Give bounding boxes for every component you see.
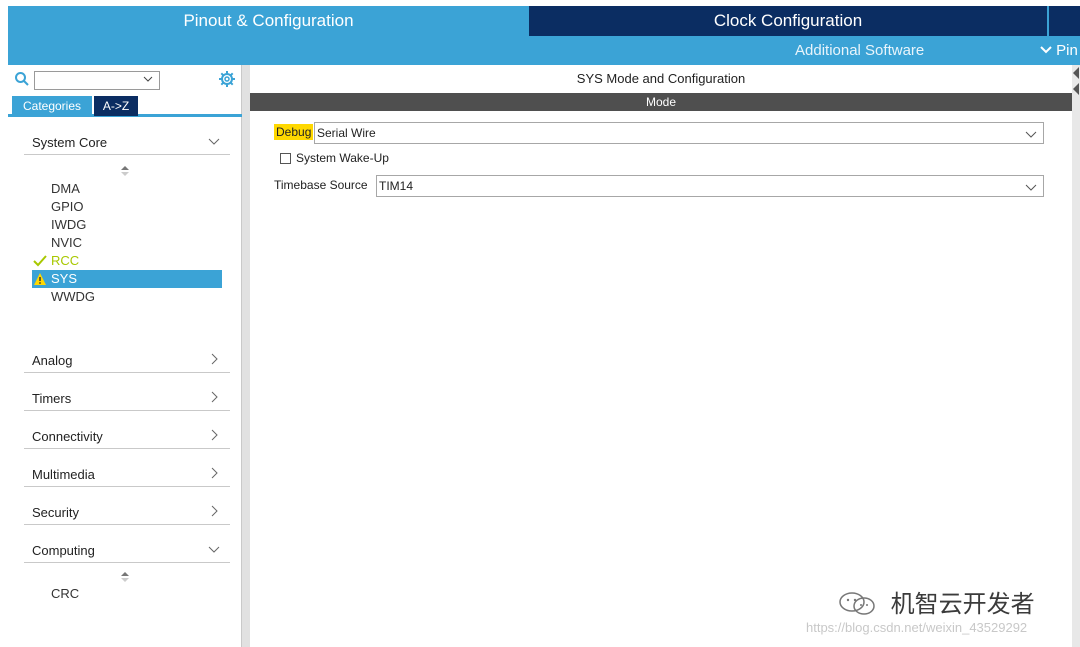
group-label: Analog xyxy=(32,353,73,368)
tab-clock-configuration[interactable]: Clock Configuration xyxy=(529,6,1047,36)
search-icon xyxy=(15,72,29,86)
group-label: Multimedia xyxy=(32,467,95,482)
debug-select-value: Serial Wire xyxy=(317,126,376,140)
group-security[interactable]: Security xyxy=(24,495,230,525)
scroll-arrow-icon[interactable] xyxy=(1072,65,1080,99)
timebase-row: Timebase Source TIM14 xyxy=(274,175,1044,197)
list-item-iwdg[interactable]: IWDG xyxy=(32,216,222,234)
chevron-right-icon xyxy=(211,505,218,517)
group-analog[interactable]: Analog xyxy=(24,343,230,373)
group-multimedia[interactable]: Multimedia xyxy=(24,457,230,487)
list-item-dma[interactable]: DMA xyxy=(32,180,222,198)
debug-select[interactable]: Serial Wire xyxy=(314,122,1044,144)
right-scrollbar[interactable] xyxy=(1072,65,1080,647)
group-label: Connectivity xyxy=(32,429,103,444)
pinout-menu-button[interactable]: Pin xyxy=(1040,42,1078,59)
computing-list: CRC xyxy=(32,585,222,603)
wakeup-checkbox[interactable] xyxy=(280,153,291,164)
main-panel: SYS Mode and Configuration Mode Debug Se… xyxy=(250,65,1072,647)
watermark: 机智云开发者 xyxy=(836,584,1035,619)
sort-icon[interactable] xyxy=(120,571,130,583)
wechat-icon xyxy=(839,592,875,615)
additional-software-button[interactable]: Additional Software xyxy=(795,42,924,59)
watermark-brand: 机智云开发者 xyxy=(890,591,1035,618)
timebase-select-value: TIM14 xyxy=(379,179,414,193)
debug-row: Debug Serial Wire xyxy=(274,122,1044,144)
chevron-right-icon xyxy=(211,353,218,365)
chevron-down-icon[interactable] xyxy=(143,74,153,84)
tab-a-to-z[interactable]: A->Z xyxy=(94,96,138,116)
search-input[interactable] xyxy=(34,71,160,90)
pinout-menu-label: Pin xyxy=(1056,42,1078,59)
gear-icon[interactable] xyxy=(218,70,236,88)
list-item-rcc[interactable]: RCC xyxy=(32,252,222,270)
left-panel: Categories A->Z System Core DMA GPIO IWD… xyxy=(8,65,242,647)
tab-pinout-configuration[interactable]: Pinout & Configuration xyxy=(8,6,529,36)
check-icon xyxy=(33,255,47,267)
list-item-crc[interactable]: CRC xyxy=(32,585,222,603)
debug-label: Debug xyxy=(274,124,314,140)
chevron-down-icon xyxy=(208,546,220,553)
group-label: Computing xyxy=(32,543,95,558)
group-connectivity[interactable]: Connectivity xyxy=(24,419,230,449)
tab-overflow[interactable] xyxy=(1047,6,1080,36)
wakeup-label[interactable]: System Wake-Up xyxy=(296,151,389,165)
list-item-sys[interactable]: SYS xyxy=(32,270,222,288)
system-core-list: DMA GPIO IWDG NVIC RCC SYS WWDG xyxy=(32,180,222,306)
list-item-gpio[interactable]: GPIO xyxy=(32,198,222,216)
page-title: SYS Mode and Configuration xyxy=(576,71,746,86)
search-row xyxy=(8,69,242,91)
group-system-core[interactable]: System Core xyxy=(24,125,230,155)
category-tabs: Categories A->Z xyxy=(8,95,242,117)
mode-header[interactable]: Mode xyxy=(250,93,1072,111)
group-label: Security xyxy=(32,505,79,520)
chevron-down-icon xyxy=(1025,131,1037,138)
list-item-label: RCC xyxy=(51,253,80,268)
warning-icon xyxy=(34,273,46,285)
group-timers[interactable]: Timers xyxy=(24,381,230,411)
chevron-down-icon xyxy=(1040,46,1052,54)
group-label: Timers xyxy=(32,391,72,406)
chevron-right-icon xyxy=(211,391,218,403)
group-label: System Core xyxy=(32,135,108,150)
timebase-select[interactable]: TIM14 xyxy=(376,175,1044,197)
timebase-label: Timebase Source xyxy=(274,178,368,192)
chevron-right-icon xyxy=(211,467,218,479)
group-computing[interactable]: Computing xyxy=(24,533,230,563)
chevron-right-icon xyxy=(211,429,218,441)
sub-toolbar: Additional Software Pin xyxy=(8,36,1080,65)
chevron-down-icon xyxy=(1025,184,1037,191)
top-tab-bar: Pinout & Configuration Clock Configurati… xyxy=(0,0,1080,36)
sort-icon[interactable] xyxy=(120,165,130,177)
list-item-label: SYS xyxy=(51,271,78,286)
list-item-wwdg[interactable]: WWDG xyxy=(32,288,222,306)
list-item-nvic[interactable]: NVIC xyxy=(32,234,222,252)
splitter-bar[interactable] xyxy=(242,65,250,647)
chevron-down-icon xyxy=(208,138,220,145)
tab-categories[interactable]: Categories xyxy=(12,96,92,116)
url-watermark: https://blog.csdn.net/weixin_43529292 xyxy=(806,620,1028,635)
